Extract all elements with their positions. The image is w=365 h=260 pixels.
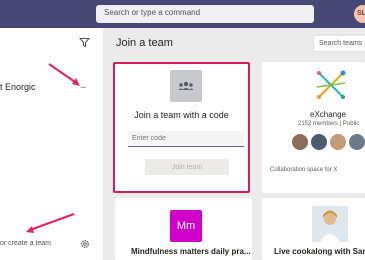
member-avatar bbox=[311, 134, 327, 150]
team-name[interactable]: t Enorgic bbox=[0, 82, 36, 92]
exchange-title: eXchange bbox=[310, 110, 347, 119]
mindfulness-team-card[interactable]: Mm Mindfulness matters daily pra... bbox=[115, 198, 252, 260]
team-image bbox=[312, 206, 348, 242]
search-teams-input[interactable]: Search teams bbox=[313, 35, 365, 52]
exchange-members: 2152 members | Public bbox=[298, 121, 360, 127]
teams-sidebar: t Enorgic ... or create a team bbox=[0, 28, 103, 260]
member-avatar bbox=[349, 134, 365, 150]
member-avatar bbox=[330, 134, 346, 150]
live-cookalong-team-card[interactable]: Live cookalong with Sarah bbox=[262, 198, 365, 260]
join-team-button[interactable]: Join team bbox=[145, 159, 229, 175]
people-icon bbox=[170, 70, 202, 102]
top-bar: Search or type a command SL bbox=[0, 0, 365, 28]
exchange-description: Collaboration space for X bbox=[270, 167, 338, 173]
search-placeholder: Search or type a command bbox=[104, 8, 201, 17]
command-search-box[interactable]: Search or type a command bbox=[96, 5, 314, 23]
join-or-create-team-link[interactable]: or create a team bbox=[0, 240, 51, 247]
live-cookalong-title: Live cookalong with Sarah bbox=[274, 247, 365, 256]
exchange-logo-icon bbox=[316, 70, 346, 99]
avatar[interactable]: SL bbox=[354, 5, 365, 23]
join-with-code-card: Join a team with a code Join team bbox=[113, 62, 250, 193]
gear-icon[interactable] bbox=[80, 239, 90, 249]
team-code-input[interactable] bbox=[128, 131, 244, 147]
member-avatar bbox=[292, 134, 308, 150]
more-options-icon[interactable]: ... bbox=[80, 80, 86, 91]
page-title: Join a team bbox=[116, 37, 173, 49]
exchange-team-card[interactable]: eXchange 2152 members | Public Collabora… bbox=[262, 62, 365, 193]
join-code-title: Join a team with a code bbox=[134, 110, 229, 120]
team-tile: Mm bbox=[170, 210, 202, 242]
filter-icon[interactable] bbox=[79, 37, 90, 48]
mindfulness-title: Mindfulness matters daily pra... bbox=[131, 247, 251, 256]
